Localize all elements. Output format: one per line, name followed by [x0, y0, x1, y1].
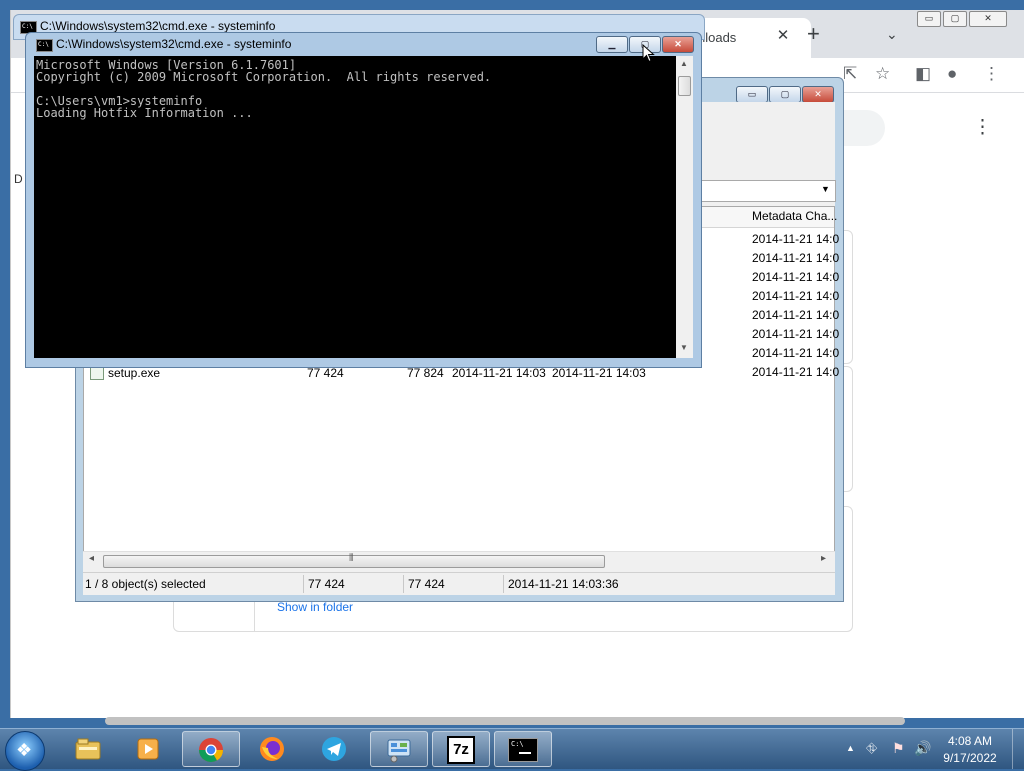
scroll-up-icon[interactable]: ▲ [680, 59, 688, 68]
minimize-button[interactable]: ▭ [917, 11, 941, 27]
table-cell-metadata: 2014-11-21 14:0 [752, 308, 840, 322]
status-datetime: 2014-11-21 14:03:36 [508, 577, 619, 591]
table-cell-metadata: 2014-11-21 14:0 [752, 270, 840, 284]
maximize-button[interactable]: ▢ [943, 11, 967, 27]
table-cell-metadata: 2014-11-21 14:0 [752, 289, 840, 303]
cmd-taskbar-icon-label: C:\ [511, 740, 524, 748]
taskbar-firefox[interactable] [244, 731, 302, 767]
control-panel-icon [387, 739, 411, 763]
taskbar-cmd[interactable]: C:\ [494, 731, 552, 767]
windows-logo-icon: ❖ [16, 740, 33, 760]
minimize-button[interactable]: ▁ [596, 36, 628, 53]
scroll-thumb[interactable]: ⦀ [103, 553, 605, 568]
network-icon[interactable]: ⛗ [866, 740, 877, 757]
chevron-down-icon[interactable]: ▼ [821, 184, 830, 194]
profile-icon[interactable]: ● [947, 64, 957, 84]
7zip-icon: 7z [447, 736, 475, 764]
table-cell-metadata: 2014-11-21 14:0 [752, 327, 840, 341]
taskbar-explorer[interactable] [60, 731, 118, 767]
vertical-scrollbar[interactable]: ▲ ▼ [676, 56, 693, 358]
table-cell-metadata: 2014-11-21 14:0 [752, 251, 840, 265]
taskbar: ❖ 7z C:\ ▲ ⛗ ⚑ 🔊 4:08 AM 9/17/2022 [0, 728, 1024, 771]
share-icon[interactable]: ⇱ [843, 64, 857, 84]
close-button[interactable]: ✕ [802, 86, 834, 103]
show-in-folder-link[interactable]: Show in folder [277, 600, 353, 614]
scroll-left-icon[interactable]: ◂ [89, 553, 94, 564]
close-button[interactable]: ✕ [662, 36, 694, 53]
side-panel-icon[interactable]: ◧ [915, 64, 931, 84]
table-cell-metadata: 2014-11-21 14:0 [752, 232, 840, 246]
action-center-flag-icon[interactable]: ⚑ [892, 740, 905, 757]
scroll-right-icon[interactable]: ▸ [821, 553, 826, 564]
taskbar-7zip[interactable]: 7z [432, 731, 490, 767]
minimize-button[interactable]: ▭ [736, 86, 768, 103]
more-actions-icon[interactable]: ⋮ [973, 116, 992, 139]
media-player-icon [137, 738, 159, 760]
clock-date[interactable]: 9/17/2022 [940, 751, 1000, 765]
chrome-menu-icon[interactable]: ⋮ [983, 64, 1000, 84]
status-size: 77 424 [308, 577, 345, 591]
status-bar: 1 / 8 object(s) selected 77 424 77 424 2… [83, 572, 835, 595]
show-desktop-button[interactable] [1012, 729, 1024, 769]
status-selection: 1 / 8 object(s) selected [85, 577, 206, 591]
grip-icon: ⦀ [349, 553, 354, 564]
table-cell-name: setup.exe [108, 366, 161, 380]
cmd-taskbar-icon: C:\ [508, 738, 538, 762]
column-header-metadata[interactable]: Metadata Cha... [752, 209, 837, 223]
bookmark-star-icon[interactable]: ☆ [875, 64, 890, 84]
table-cell-packed: 77 824 [407, 366, 444, 380]
status-divider [303, 575, 304, 593]
horizontal-scrollbar[interactable]: ◂ ⦀ ▸ [83, 551, 835, 569]
scroll-down-icon[interactable]: ▼ [680, 343, 688, 352]
cmd-window: C:\ C:\Windows\system32\cmd.exe - system… [25, 32, 702, 368]
status-divider [403, 575, 404, 593]
exe-file-icon [90, 367, 104, 380]
table-cell-modified: 2014-11-21 14:03 [452, 366, 546, 380]
scroll-thumb[interactable] [678, 76, 691, 96]
folder-icon [75, 738, 101, 760]
taskbar-chrome[interactable] [182, 731, 240, 767]
close-icon[interactable]: ✕ [773, 26, 793, 44]
new-tab-button[interactable]: + [807, 23, 820, 45]
chrome-icon [199, 738, 223, 763]
volume-icon[interactable]: 🔊 [914, 740, 931, 757]
console-output[interactable]: Microsoft Windows [Version 6.1.7601] Cop… [34, 56, 676, 358]
console-text: Microsoft Windows [Version 6.1.7601] Cop… [36, 58, 492, 120]
cmd-icon: C:\ [36, 39, 53, 52]
telegram-icon [322, 737, 346, 761]
table-cell-created: 2014-11-21 14:03 [552, 366, 646, 380]
status-divider [503, 575, 504, 593]
path-combobox[interactable]: ▼ [694, 180, 836, 202]
table-cell-metadata: 2014-11-21 14:0 [752, 346, 840, 360]
start-button[interactable]: ❖ [5, 731, 45, 771]
show-hidden-icons-button[interactable]: ▲ [846, 743, 855, 753]
close-button[interactable]: ✕ [969, 11, 1007, 27]
cmd-ghost-title: C:\Windows\system32\cmd.exe - systeminfo [40, 19, 276, 33]
chrome-tab-downloads[interactable]: nloads ✕ [687, 18, 811, 58]
taskbar-control-panel[interactable] [370, 731, 428, 767]
taskbar-telegram[interactable] [306, 731, 364, 767]
page-edge-text: D [14, 172, 23, 186]
7zip-icon-label: 7z [453, 741, 469, 758]
prompt-underscore [519, 752, 531, 754]
table-cell-size: 77 424 [307, 366, 344, 380]
maximize-button[interactable]: ▢ [769, 86, 801, 103]
page-horizontal-scrollbar[interactable] [105, 717, 905, 725]
taskbar-media-player[interactable] [120, 731, 178, 767]
status-packed: 77 424 [408, 577, 445, 591]
clock-time[interactable]: 4:08 AM [940, 734, 1000, 748]
chevron-down-icon[interactable]: ⌄ [886, 26, 898, 43]
firefox-icon [260, 737, 284, 761]
mouse-cursor-icon [642, 44, 655, 63]
cmd-title: C:\Windows\system32\cmd.exe - systeminfo [56, 37, 292, 51]
